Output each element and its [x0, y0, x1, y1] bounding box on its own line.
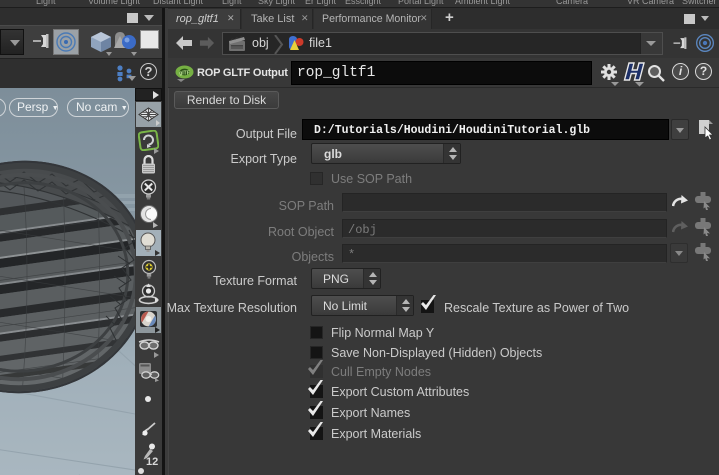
svg-text:glTF: glTF	[179, 71, 190, 77]
